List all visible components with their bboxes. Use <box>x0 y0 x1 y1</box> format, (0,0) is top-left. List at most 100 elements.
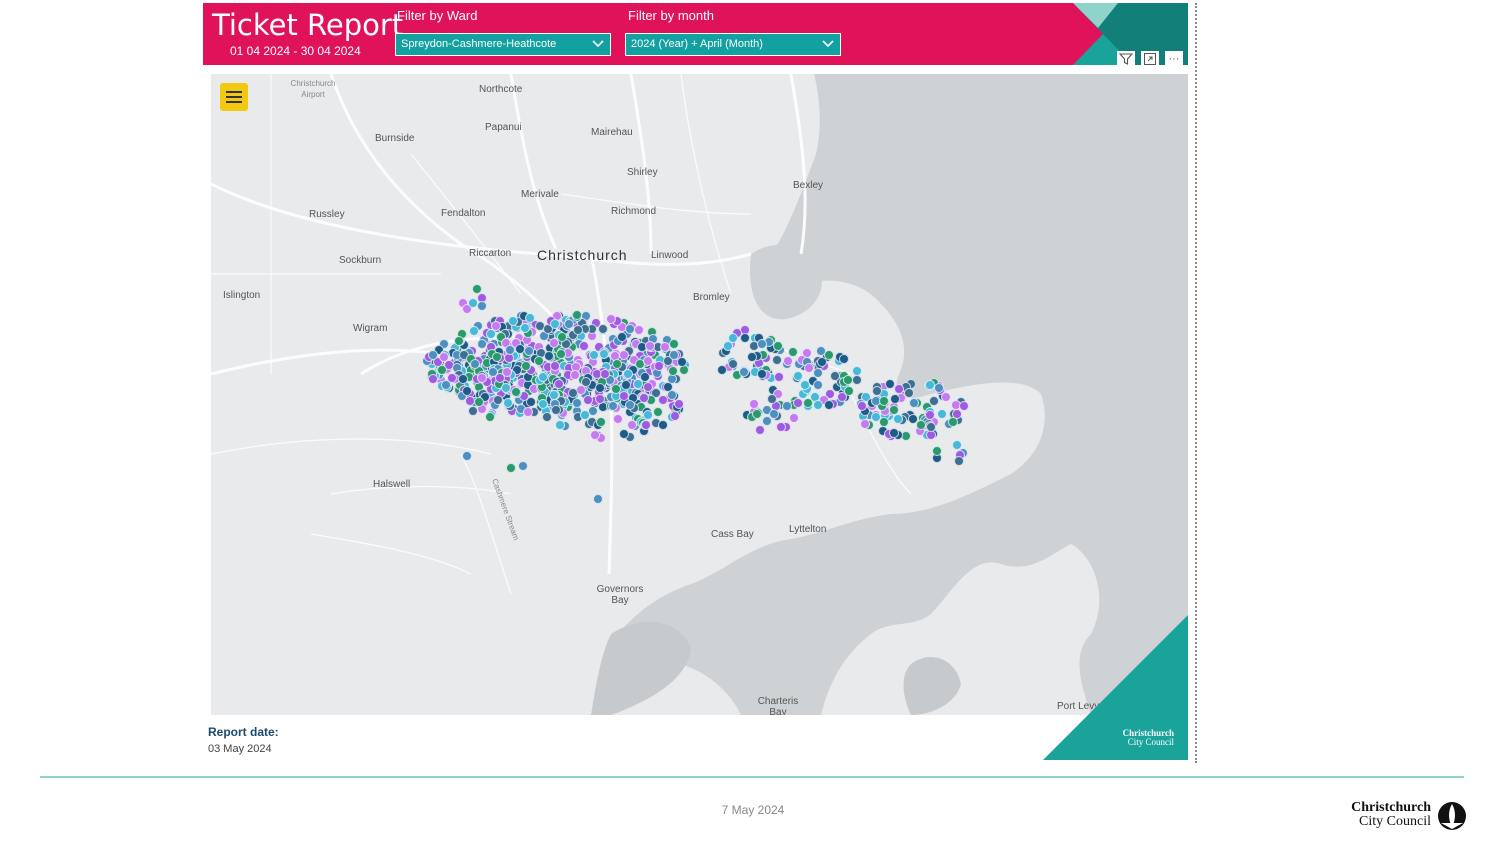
month-filter-dropdown[interactable]: 2024 (Year) + April (Month) <box>625 33 841 56</box>
ticket-marker[interactable] <box>502 398 513 409</box>
ticket-report: Ticket Report 01 04 2024 - 30 04 2024 Fi… <box>203 3 1197 763</box>
ticket-marker[interactable] <box>549 318 560 329</box>
ticket-marker[interactable] <box>563 318 574 329</box>
ticket-marker[interactable] <box>616 331 627 342</box>
ticket-marker[interactable] <box>595 393 606 404</box>
ticket-marker[interactable] <box>666 390 677 401</box>
ticket-marker[interactable] <box>952 439 963 450</box>
ticket-marker[interactable] <box>676 356 687 367</box>
ward-filter-dropdown[interactable]: Spreydon-Cashmere-Heathcote <box>395 33 611 56</box>
corner-council-logo: Christchurch City Council <box>1123 729 1174 747</box>
place-label: Islington <box>223 290 261 301</box>
ticket-marker[interactable] <box>812 379 823 390</box>
ticket-marker[interactable] <box>462 385 473 396</box>
ticket-marker[interactable] <box>490 321 501 331</box>
ticket-marker[interactable] <box>556 331 567 342</box>
ticket-marker[interactable] <box>624 400 635 411</box>
ticket-marker[interactable] <box>823 400 834 411</box>
ticket-marker[interactable] <box>634 324 645 335</box>
ticket-marker[interactable] <box>644 340 655 351</box>
ticket-marker[interactable] <box>749 398 760 409</box>
ticket-marker[interactable] <box>929 395 940 406</box>
ticket-marker[interactable] <box>569 369 580 380</box>
ticket-marker[interactable] <box>768 408 779 419</box>
ticket-marker[interactable] <box>954 455 965 466</box>
ticket-marker[interactable] <box>909 397 920 408</box>
ticket-marker[interactable] <box>936 408 947 419</box>
visual-toolbar: ··· <box>1117 51 1183 69</box>
ticket-marker[interactable] <box>803 397 814 408</box>
ticket-marker[interactable] <box>746 352 757 363</box>
ticket-marker[interactable] <box>470 358 481 369</box>
place-label: Wigram <box>353 323 388 334</box>
ticket-marker[interactable] <box>521 360 532 371</box>
map-menu-button[interactable] <box>220 83 248 111</box>
ticket-marker[interactable] <box>555 348 566 359</box>
ticket-marker[interactable] <box>799 379 810 390</box>
ticket-marker[interactable] <box>550 405 561 415</box>
report-date-label: Report date: <box>208 725 279 739</box>
ticket-marker[interactable] <box>607 400 618 411</box>
ticket-marker[interactable] <box>757 338 768 349</box>
ticket-marker[interactable] <box>668 365 679 376</box>
ticket-marker[interactable] <box>437 364 448 375</box>
logo-line1: Christchurch <box>1351 800 1431 815</box>
ticket-marker[interactable] <box>889 404 900 415</box>
ticket-marker[interactable] <box>773 371 784 382</box>
ticket-marker[interactable] <box>522 406 533 417</box>
filter-icon[interactable] <box>1117 51 1135 67</box>
ticket-marker[interactable] <box>611 358 622 369</box>
ticket-marker[interactable] <box>775 421 786 432</box>
ticket-marker[interactable] <box>941 391 952 402</box>
ticket-marker[interactable] <box>553 378 564 389</box>
ticket-marker[interactable] <box>453 335 464 346</box>
ticket-marker[interactable] <box>878 396 889 407</box>
ticket-marker[interactable] <box>782 400 793 411</box>
ticket-marker[interactable] <box>756 368 767 379</box>
ticket-marker[interactable] <box>494 373 505 384</box>
ticket-marker[interactable] <box>643 355 654 366</box>
ticket-map[interactable]: Christchurch Airport Northcote Papanui Burn… <box>211 74 1188 715</box>
more-options-icon[interactable]: ··· <box>1165 51 1183 67</box>
ticket-marker[interactable] <box>766 393 777 404</box>
ticket-marker[interactable] <box>659 342 670 353</box>
ticket-marker[interactable] <box>642 410 653 420</box>
ticket-marker[interactable] <box>738 367 749 378</box>
place-label: Shirley <box>627 167 658 178</box>
ticket-marker[interactable] <box>618 349 629 360</box>
ticket-marker[interactable] <box>813 399 824 410</box>
ticket-marker[interactable] <box>926 421 937 432</box>
ticket-marker[interactable] <box>657 394 668 405</box>
ticket-marker[interactable] <box>915 419 926 430</box>
ticket-marker[interactable] <box>931 445 942 456</box>
ticket-marker[interactable] <box>571 397 582 408</box>
ticket-marker[interactable] <box>467 298 478 309</box>
place-label: Northcote <box>479 84 523 95</box>
ticket-marker[interactable] <box>467 405 478 416</box>
ticket-marker[interactable] <box>838 353 849 364</box>
ticket-marker[interactable] <box>959 401 970 412</box>
ticket-marker[interactable] <box>484 411 495 422</box>
focus-mode-icon[interactable] <box>1141 51 1159 67</box>
ticket-marker[interactable] <box>717 364 728 375</box>
place-label: Halswell <box>373 479 411 490</box>
ticket-marker[interactable] <box>859 418 870 429</box>
month-filter-value: 2024 (Year) + April (Month) <box>631 38 763 50</box>
ticket-marker[interactable] <box>903 388 914 399</box>
ticket-marker[interactable] <box>578 340 589 351</box>
ticket-marker[interactable] <box>652 407 663 418</box>
ticket-marker[interactable] <box>947 417 958 428</box>
ticket-marker[interactable] <box>580 376 591 387</box>
ticket-marker[interactable] <box>892 414 903 425</box>
ticket-marker[interactable] <box>792 398 803 409</box>
ticket-marker[interactable] <box>638 393 649 404</box>
ticket-marker[interactable] <box>890 393 901 404</box>
ticket-marker[interactable] <box>537 371 548 382</box>
ticket-marker[interactable] <box>620 379 631 390</box>
ticket-marker[interactable] <box>605 313 616 324</box>
ticket-marker[interactable] <box>626 420 637 431</box>
ticket-marker[interactable] <box>520 322 531 333</box>
report-title: Ticket Report <box>212 8 404 42</box>
place-label: Sockburn <box>339 255 382 266</box>
ticket-marker[interactable] <box>427 349 438 360</box>
